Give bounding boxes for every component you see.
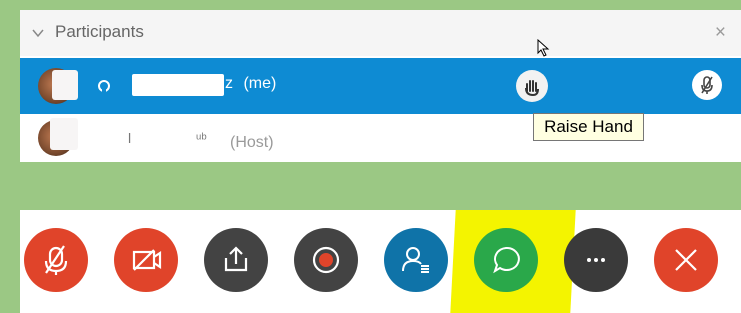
host-name-fragment: l — [128, 130, 132, 146]
host-name-fragment: ᵘᵇ — [196, 130, 207, 146]
participants-button[interactable] — [384, 228, 448, 292]
raise-hand-tooltip: Raise Hand — [533, 113, 644, 141]
record-button[interactable] — [294, 228, 358, 292]
raise-hand-button[interactable] — [516, 70, 548, 102]
host-tag: (Host) — [230, 134, 274, 151]
mic-off-icon — [701, 76, 713, 94]
participant-mic-button[interactable] — [692, 70, 722, 100]
mic-off-icon — [44, 245, 68, 275]
panel-title: Participants — [55, 22, 144, 41]
panel-header[interactable]: Participants × — [20, 10, 741, 56]
mouse-cursor-icon — [537, 39, 550, 57]
video-button[interactable] — [114, 228, 178, 292]
video-off-icon — [132, 249, 162, 271]
close-icon[interactable]: × — [715, 23, 726, 42]
mute-button[interactable] — [24, 228, 88, 292]
name-redaction — [132, 74, 224, 96]
close-icon — [675, 249, 697, 271]
chevron-down-icon[interactable] — [31, 26, 45, 40]
chat-icon — [493, 246, 520, 274]
participant-row-me[interactable]: z (me) — [20, 58, 741, 114]
avatar-redaction — [52, 70, 78, 100]
name-suffix: z — [225, 75, 233, 92]
leave-button[interactable] — [654, 228, 718, 292]
more-button[interactable] — [564, 228, 628, 292]
record-icon — [312, 246, 340, 274]
more-icon — [587, 258, 605, 262]
participants-icon — [402, 247, 429, 273]
hand-icon — [525, 80, 539, 97]
avatar-redaction — [50, 118, 78, 150]
share-button[interactable] — [204, 228, 268, 292]
audio-indicator-icon — [98, 80, 110, 93]
share-icon — [224, 246, 248, 272]
me-tag: (me) — [243, 75, 277, 92]
chat-button[interactable] — [474, 228, 538, 292]
participant-name: z (me) — [225, 75, 276, 93]
